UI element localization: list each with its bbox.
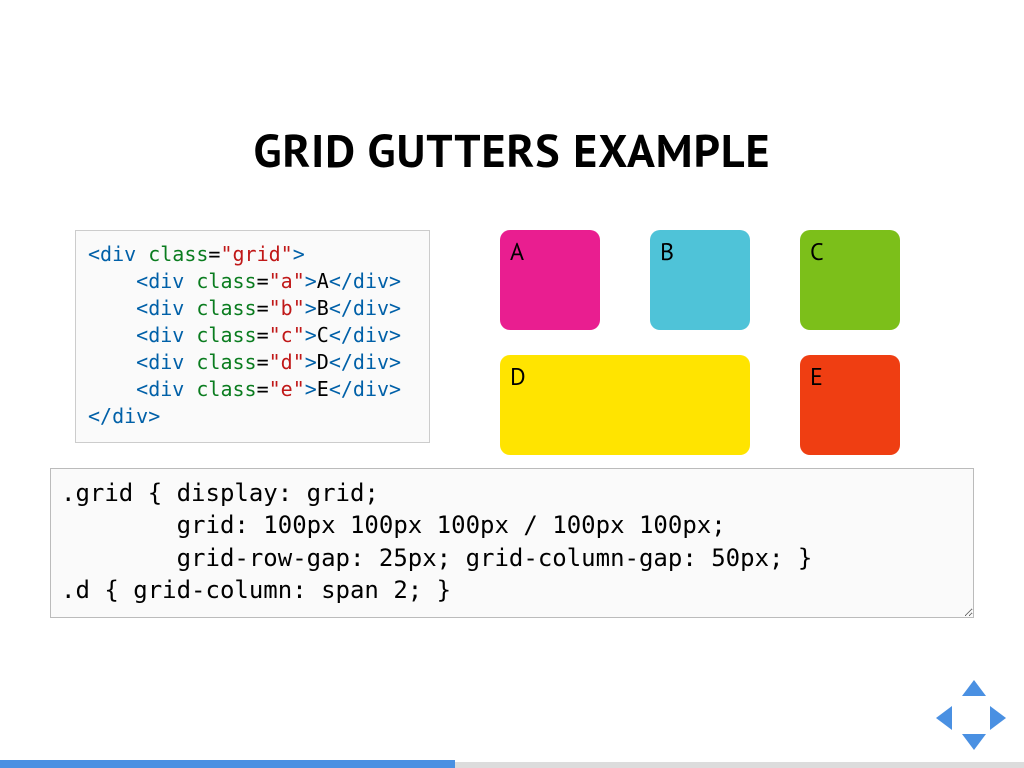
grid-cell-a: A: [500, 230, 600, 330]
grid-cell-b: B: [650, 230, 750, 330]
code-token: >: [305, 296, 317, 320]
code-token: =: [257, 350, 269, 374]
code-token: C: [317, 323, 329, 347]
code-token: =: [257, 296, 269, 320]
code-token: =: [257, 323, 269, 347]
code-token: </div>: [329, 350, 401, 374]
row-top: <div class="grid"> <div class="a">A</div…: [75, 230, 949, 455]
code-token: >: [305, 323, 317, 347]
code-token: class: [184, 323, 256, 347]
code-token: >: [293, 242, 305, 266]
html-code-block: <div class="grid"> <div class="a">A</div…: [75, 230, 430, 443]
code-token: </div>: [329, 296, 401, 320]
code-token: "d": [269, 350, 305, 374]
grid-cell-e: E: [800, 355, 900, 455]
css-code-block[interactable]: .grid { display: grid; grid: 100px 100px…: [50, 468, 974, 618]
code-token: <div: [88, 323, 184, 347]
code-token: D: [317, 350, 329, 374]
code-token: class: [136, 242, 208, 266]
code-token: "a": [269, 269, 305, 293]
code-token: B: [317, 296, 329, 320]
code-token: =: [257, 269, 269, 293]
code-token: <div: [88, 269, 184, 293]
grid-cell-c: C: [800, 230, 900, 330]
grid-container: A B C D E: [500, 230, 900, 455]
arrow-right-icon[interactable]: [990, 706, 1006, 730]
code-token: <div: [88, 296, 184, 320]
arrow-down-icon[interactable]: [962, 734, 986, 750]
code-token: <div: [88, 377, 184, 401]
grid-cell-d: D: [500, 355, 750, 455]
code-token: class: [184, 296, 256, 320]
grid-demo: A B C D E: [500, 230, 900, 455]
code-token: E: [317, 377, 329, 401]
code-token: class: [184, 269, 256, 293]
code-token: class: [184, 350, 256, 374]
code-token: "e": [269, 377, 305, 401]
code-token: <div: [88, 242, 136, 266]
arrow-up-icon[interactable]: [962, 680, 986, 696]
code-token: "c": [269, 323, 305, 347]
content-area: <div class="grid"> <div class="a">A</div…: [75, 230, 949, 455]
arrow-left-icon[interactable]: [936, 706, 952, 730]
progress-bar: [0, 760, 1024, 768]
code-token: >: [305, 350, 317, 374]
code-token: "grid": [220, 242, 292, 266]
slide-nav: [936, 680, 1006, 750]
code-token: "b": [269, 296, 305, 320]
code-token: <div: [88, 350, 184, 374]
code-token: </div>: [329, 323, 401, 347]
code-token: >: [305, 377, 317, 401]
code-token: </div>: [329, 377, 401, 401]
page-title: GRID GUTTERS EXAMPLE: [0, 120, 1024, 180]
code-token: </div>: [88, 404, 160, 428]
slide: GRID GUTTERS EXAMPLE <div class="grid"> …: [0, 0, 1024, 768]
code-token: =: [208, 242, 220, 266]
code-token: =: [257, 377, 269, 401]
code-token: >: [305, 269, 317, 293]
code-token: class: [184, 377, 256, 401]
code-token: </div>: [329, 269, 401, 293]
progress-fill: [0, 760, 455, 768]
code-token: A: [317, 269, 329, 293]
